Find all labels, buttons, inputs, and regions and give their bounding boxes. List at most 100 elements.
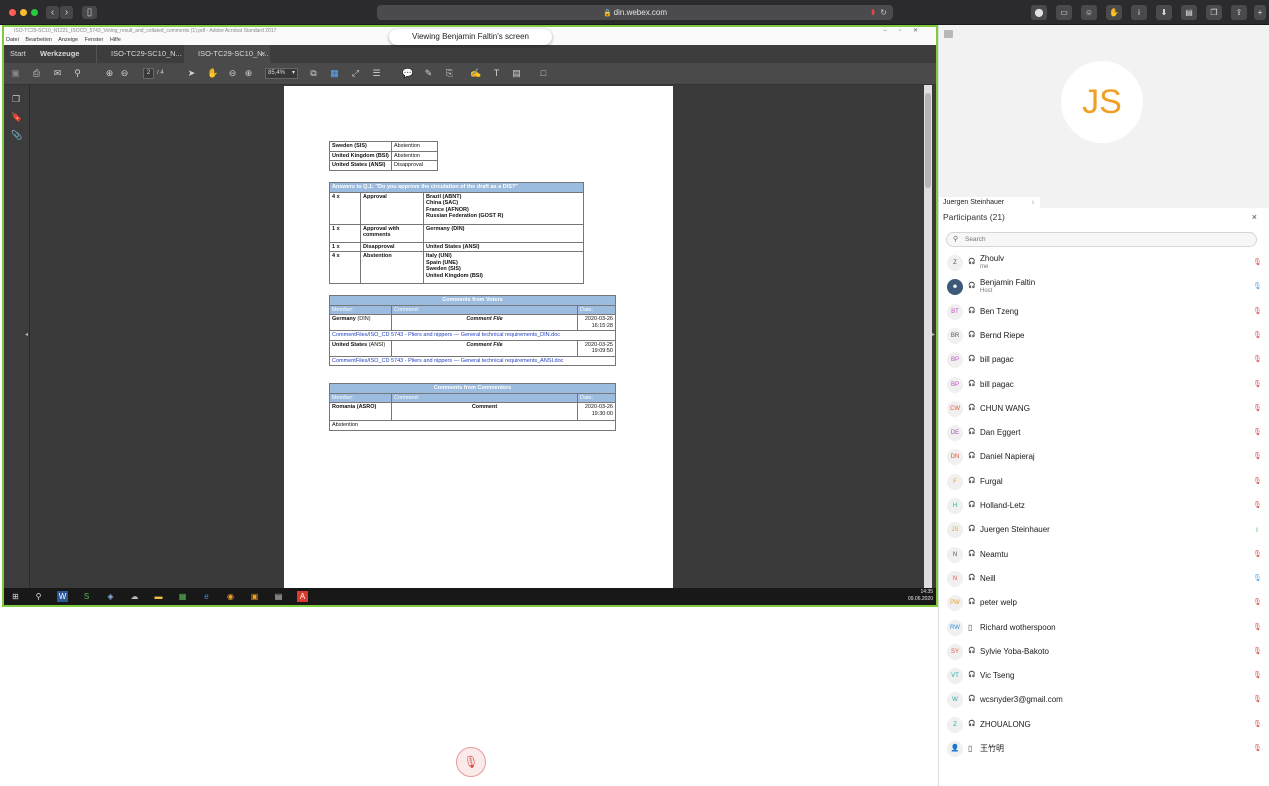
app-chart-icon[interactable]: ▦ <box>177 591 188 602</box>
comment-file-link[interactable]: CommentFiles/ISO_CD 5743 - Pliers and ni… <box>329 355 616 366</box>
participant-row[interactable]: DN 🎧 Daniel Napieraj 🎙 <box>939 446 1269 468</box>
participant-row[interactable]: ☻ 🎧 Benjamin Faltin Host 🎙 <box>939 276 1269 298</box>
next-page-icon[interactable]: ⊖ <box>119 68 130 79</box>
participant-row[interactable]: W 🎧 wcsnyder3@gmail.com 🎙 <box>939 689 1269 711</box>
app-green-icon[interactable]: S <box>81 591 92 602</box>
extension-info-icon[interactable]: i <box>1131 5 1147 20</box>
extension-download-icon[interactable]: ⬇ <box>1156 5 1172 20</box>
scroll-mode-icon[interactable]: ▦ <box>329 68 340 79</box>
participant-row[interactable]: DE 🎧 Dan Eggert 🎙 <box>939 422 1269 444</box>
extension-people-icon[interactable]: ☺ <box>1081 5 1097 20</box>
bookmark-icon[interactable]: 🔖 <box>11 112 22 123</box>
microphone-muted-icon[interactable]: 🎙 <box>1253 354 1262 365</box>
microphone-muted-icon[interactable]: 🎙 <box>1253 451 1262 462</box>
participant-row[interactable]: F 🎧 Furgal 🎙 <box>939 471 1269 493</box>
participant-row[interactable]: VT 🎧 Vic Tseng 🎙 <box>939 665 1269 687</box>
window-controls[interactable]: –▫✕ <box>884 27 931 35</box>
microphone-muted-icon[interactable]: 🎙 <box>1253 646 1262 657</box>
microphone-muted-icon[interactable]: 🎙 <box>1253 694 1262 705</box>
microphone-on-icon[interactable]: 🎙 <box>1253 573 1262 584</box>
close-window-button[interactable] <box>9 9 16 16</box>
participant-row[interactable]: BT 🎧 Ben Tzeng 🎙 <box>939 301 1269 323</box>
microphone-muted-icon[interactable]: 🎙 <box>1253 549 1262 560</box>
microphone-muted-icon[interactable]: 🎙 <box>1253 743 1262 754</box>
search-doc-icon[interactable]: ⚲ <box>72 68 83 79</box>
participant-row[interactable]: N 🎧 Neamtu 🎙 <box>939 544 1269 566</box>
sidebar-toggle-icon[interactable]: ▯ <box>82 6 97 19</box>
edge-browser-icon[interactable]: e <box>201 591 212 602</box>
participant-row[interactable]: BP 🎧 bill pagac 🎙 <box>939 349 1269 371</box>
tab-document-2[interactable]: ISO-TC29-SC10_N... <box>184 45 270 63</box>
sign-icon[interactable]: ✍ <box>470 68 481 79</box>
rectangle-tool-icon[interactable]: □ <box>538 68 549 79</box>
tab-close-icon[interactable]: × <box>261 45 265 63</box>
stamp-icon[interactable]: ⎘ <box>444 68 455 79</box>
expand-pane-icon[interactable]: ◂ <box>25 331 28 338</box>
comment-icon[interactable]: 💬 <box>402 68 413 79</box>
microphone-muted-icon[interactable]: 🎙 <box>1253 500 1262 511</box>
participant-row[interactable]: PW 🎧 peter welp 🎙 <box>939 592 1269 614</box>
menu-hilfe[interactable]: Hilfe <box>110 37 121 43</box>
address-bar[interactable]: 🔒 din.webex.com ↻ ▮ <box>377 5 893 20</box>
participant-row[interactable]: CW 🎧 CHUN WANG 🎙 <box>939 398 1269 420</box>
email-icon[interactable]: ✉ <box>52 68 63 79</box>
pen-icon[interactable]: ✎ <box>423 68 434 79</box>
microphone-muted-icon[interactable]: 🎙 <box>1253 379 1262 390</box>
participant-search[interactable]: ⚲ <box>946 232 1257 247</box>
participant-row[interactable]: N 🎧 Neill 🎙 <box>939 568 1269 590</box>
microphone-on-icon[interactable]: 🎙 <box>1253 281 1262 292</box>
microphone-muted-icon[interactable]: 🎙 <box>1253 476 1262 487</box>
video-layout-icon[interactable] <box>944 30 953 38</box>
app-blue-icon[interactable]: ◈ <box>105 591 116 602</box>
participant-row[interactable]: Z 🎧 Zhoulv me 🎙 <box>939 252 1269 274</box>
microphone-muted-icon[interactable]: 🎙 <box>1253 670 1262 681</box>
microphone-muted-icon[interactable]: 🎙 <box>1253 330 1262 341</box>
maximize-window-button[interactable] <box>31 9 38 16</box>
microphone-muted-icon[interactable]: 🎙 <box>1253 597 1262 608</box>
microphone-muted-icon[interactable]: 🎙 <box>1253 257 1262 268</box>
file-explorer-icon[interactable]: ▬ <box>153 591 164 602</box>
close-icon[interactable]: × <box>1252 212 1257 222</box>
print-icon[interactable]: ⎙ <box>31 68 42 79</box>
participant-row[interactable]: BP 🎧 bill pagac 🎙 <box>939 374 1269 396</box>
extension-hand-icon[interactable]: ✋ <box>1106 5 1122 20</box>
menu-bearbeiten[interactable]: Bearbeiten <box>25 37 52 43</box>
participant-row[interactable]: BR 🎧 Bernd Riepe 🎙 <box>939 325 1269 347</box>
participant-row[interactable]: JS 🎧 Juergen Steinhauer ı <box>939 519 1269 541</box>
share-icon[interactable]: ⇪ <box>1231 5 1247 20</box>
scrollbar-thumb[interactable] <box>925 93 931 188</box>
tab-start[interactable]: Start <box>10 45 26 63</box>
text-tool-icon[interactable]: T <box>491 68 502 79</box>
new-tab-icon[interactable]: + <box>1254 5 1266 20</box>
zoom-level-select[interactable]: 85,4% ▾ <box>265 68 298 79</box>
extension-box-icon[interactable]: ▤ <box>1181 5 1197 20</box>
tab-document-1[interactable]: ISO-TC29-SC10_N... <box>96 45 184 63</box>
hand-tool-icon[interactable]: ✋ <box>207 68 218 79</box>
microphone-muted-icon[interactable]: 🎙 <box>1253 403 1262 414</box>
windows-start-icon[interactable]: ⊞ <box>10 591 21 602</box>
page-layout-icon[interactable]: ☰ <box>371 68 382 79</box>
save-icon[interactable]: ▣ <box>10 68 21 79</box>
select-cursor-icon[interactable]: ➤ <box>186 68 197 79</box>
speaking-indicator-icon[interactable]: ı <box>1253 524 1261 535</box>
menu-anzeige[interactable]: Anzeige <box>58 37 78 43</box>
microphone-muted-icon[interactable]: 🎙 <box>1253 427 1262 438</box>
fit-page-icon[interactable]: ⧉ <box>308 68 319 79</box>
mute-button[interactable]: 🎙 <box>456 747 486 777</box>
forward-button[interactable]: › <box>60 6 73 19</box>
search-input[interactable] <box>965 234 1245 245</box>
menu-datei[interactable]: Datei <box>6 37 19 43</box>
participant-row[interactable]: Z 🎧 ZHOUALONG 🎙 <box>939 714 1269 736</box>
taskbar-search-icon[interactable]: ⚲ <box>33 591 44 602</box>
microphone-muted-icon[interactable]: 🎙 <box>1253 306 1262 317</box>
app-notes-icon[interactable]: ▤ <box>273 591 284 602</box>
participant-row[interactable]: H 🎧 Holland-Letz 🎙 <box>939 495 1269 517</box>
app-cloud-icon[interactable]: ☁ <box>129 591 140 602</box>
tabs-overview-icon[interactable]: ❐ <box>1206 5 1222 20</box>
vertical-scrollbar[interactable] <box>924 85 932 588</box>
extension-screen-icon[interactable]: ▭ <box>1056 5 1072 20</box>
app-yellow-icon[interactable]: ▣ <box>249 591 260 602</box>
pages-panel-icon[interactable]: ❐ <box>11 94 21 105</box>
page-number-input[interactable]: 2 <box>143 68 154 79</box>
microphone-muted-icon[interactable]: 🎙 <box>1253 622 1262 633</box>
